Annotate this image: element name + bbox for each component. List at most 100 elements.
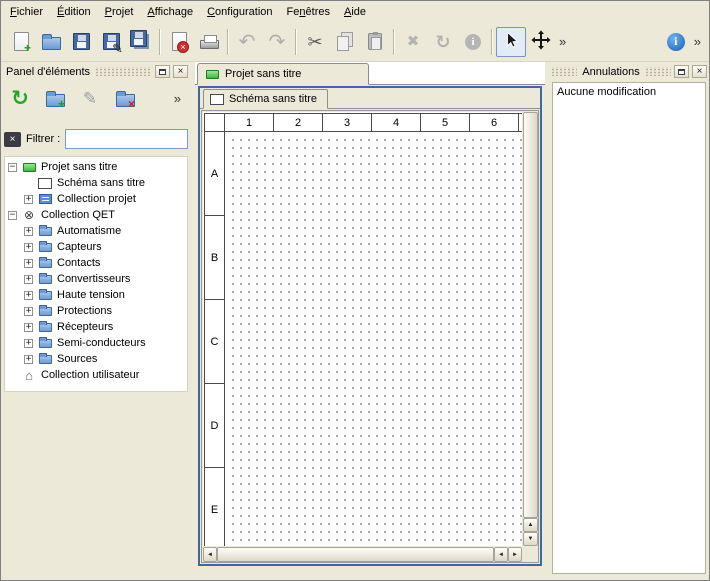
tree-item-label: Automatisme [57, 225, 121, 237]
dock-handle[interactable] [645, 67, 671, 76]
move-arrows-icon [530, 29, 552, 54]
vertical-scrollbar[interactable]: ▲ ▼ [523, 112, 538, 546]
expand-icon[interactable]: + [24, 339, 33, 348]
redo-button[interactable]: ↷ [262, 27, 292, 57]
scroll-right-button[interactable]: ► [508, 547, 522, 562]
expand-icon[interactable]: + [24, 323, 33, 332]
cross-badge-icon: × [128, 100, 135, 109]
tree-item-label: Collection projet [57, 193, 136, 205]
tree-item-haute-tension[interactable]: + Haute tension [5, 287, 187, 303]
drawing-canvas[interactable] [226, 133, 522, 546]
annulations-panel-titlebar[interactable]: Annulations × [551, 64, 707, 79]
tree-item-contacts[interactable]: + Contacts [5, 255, 187, 271]
elements-tree[interactable]: − Projet sans titre Schéma sans titre + … [4, 156, 188, 392]
tree-item-semi-conducteurs[interactable]: + Semi-conducteurs [5, 335, 187, 351]
expand-icon[interactable]: + [24, 195, 33, 204]
tree-item-convertisseurs[interactable]: + Convertisseurs [5, 271, 187, 287]
expand-icon[interactable]: + [24, 291, 33, 300]
float-icon [678, 69, 685, 75]
expand-icon[interactable]: + [24, 227, 33, 236]
expand-icon[interactable]: + [24, 355, 33, 364]
undo-history-list[interactable]: Aucune modification [552, 82, 706, 574]
expand-icon[interactable]: + [24, 259, 33, 268]
print-button[interactable] [194, 27, 224, 57]
horizontal-scrollbar[interactable]: ◄ ◄ ► [203, 547, 522, 562]
delete-button[interactable]: ✖ [398, 27, 428, 57]
rotate-button[interactable]: ↻ [428, 27, 458, 57]
close-panel-button[interactable]: × [692, 65, 707, 78]
scroll-down-button[interactable]: ▼ [523, 532, 538, 546]
tree-item-sources[interactable]: + Sources [5, 351, 187, 367]
paste-button[interactable] [360, 27, 390, 57]
tree-item-schema-sans-titre[interactable]: Schéma sans titre [5, 175, 187, 191]
select-tool-button[interactable] [496, 27, 526, 57]
tree-item-collection-qet[interactable]: − ⊗ Collection QET [5, 207, 187, 223]
schema-tab[interactable]: Schéma sans titre [203, 89, 328, 109]
menu-fenetres[interactable]: Fenêtres [280, 3, 337, 21]
save-all-button[interactable] [126, 27, 156, 57]
copy-button[interactable] [330, 27, 360, 57]
scroll-left-button[interactable]: ◄ [203, 547, 217, 562]
close-badge-icon: × [177, 41, 189, 53]
new-element-button[interactable]: + [41, 84, 69, 112]
horizontal-scrollbar-thumb[interactable] [217, 547, 494, 562]
tree-item-label: Semi-conducteurs [57, 337, 146, 349]
close-document-button[interactable]: × [164, 27, 194, 57]
row-label: A [205, 132, 224, 216]
tree-item-projet-sans-titre[interactable]: − Projet sans titre [5, 159, 187, 175]
tree-item-protections[interactable]: + Protections [5, 303, 187, 319]
project-tab[interactable]: Projet sans titre [197, 63, 369, 85]
vertical-scrollbar-thumb[interactable] [523, 112, 538, 518]
column-label: 5 [421, 114, 470, 131]
elements-panel: Panel d'éléments × ↻ + ✎ × » × Filtrer :… [1, 62, 191, 580]
tree-item-collection-utilisateur[interactable]: ⌂ Collection utilisateur [5, 367, 187, 383]
project-icon [206, 70, 219, 79]
save-button[interactable] [66, 27, 96, 57]
menu-edition[interactable]: Édition [50, 3, 98, 21]
close-panel-button[interactable]: × [173, 65, 188, 78]
tree-item-capteurs[interactable]: + Capteurs [5, 239, 187, 255]
scroll-left-button-2[interactable]: ◄ [494, 547, 508, 562]
menu-affichage[interactable]: Affichage [140, 3, 200, 21]
scroll-up-button[interactable]: ▲ [523, 518, 538, 532]
toolbar-overflow2-button[interactable]: » [691, 35, 704, 48]
panel-overflow-button[interactable]: » [171, 92, 184, 105]
about-button[interactable]: i [661, 27, 691, 57]
open-project-button[interactable] [36, 27, 66, 57]
save-as-button[interactable]: ✎ [96, 27, 126, 57]
expand-icon[interactable]: + [24, 243, 33, 252]
tree-item-recepteurs[interactable]: + Récepteurs [5, 319, 187, 335]
dock-handle[interactable] [551, 67, 577, 76]
cut-button[interactable]: ✂ [300, 27, 330, 57]
menu-projet[interactable]: Projet [98, 3, 141, 21]
toolbar-overflow-button[interactable]: » [556, 35, 569, 48]
schema-sheet-area: 1 2 3 4 5 6 A B C [203, 112, 522, 546]
clear-filter-button[interactable]: × [4, 132, 21, 147]
cut-icon: ✂ [307, 33, 322, 51]
delete-element-button[interactable]: × [111, 84, 139, 112]
dock-handle[interactable] [95, 67, 152, 76]
properties-button[interactable]: i [458, 27, 488, 57]
menu-configuration[interactable]: Configuration [200, 3, 279, 21]
expand-icon[interactable]: + [24, 307, 33, 316]
move-tool-button[interactable] [526, 27, 556, 57]
tree-item-collection-projet[interactable]: + Collection projet [5, 191, 187, 207]
menu-fichier[interactable]: Fichier [3, 3, 50, 21]
elements-panel-titlebar[interactable]: Panel d'éléments × [4, 64, 188, 79]
float-panel-button[interactable] [674, 65, 689, 78]
reload-collections-button[interactable]: ↻ [6, 84, 34, 112]
menu-aide[interactable]: Aide [337, 3, 373, 21]
new-project-button[interactable]: + [6, 27, 36, 57]
redo-icon: ↷ [269, 32, 286, 52]
tree-item-automatisme[interactable]: + Automatisme [5, 223, 187, 239]
collapse-icon[interactable]: − [8, 163, 17, 172]
tree-item-label: Capteurs [57, 241, 102, 253]
pencil-badge-icon: ✎ [112, 42, 123, 55]
expand-icon[interactable]: + [24, 275, 33, 284]
float-panel-button[interactable] [155, 65, 170, 78]
collapse-icon[interactable]: − [8, 211, 17, 220]
undo-button[interactable]: ↶ [232, 27, 262, 57]
tree-item-label: Schéma sans titre [57, 177, 145, 189]
edit-element-button[interactable]: ✎ [76, 84, 104, 112]
filter-input[interactable] [65, 129, 188, 149]
